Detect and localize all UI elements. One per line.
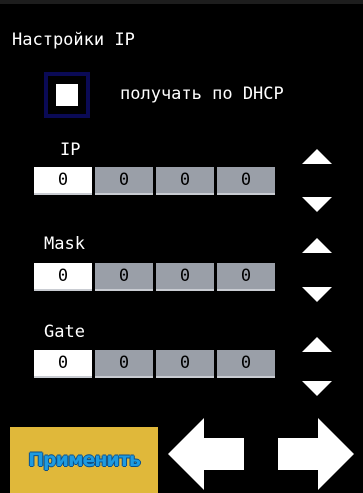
ip-increment-icon[interactable] xyxy=(302,149,332,164)
gate-increment-icon[interactable] xyxy=(302,337,332,352)
gate-octet-3[interactable]: 0 xyxy=(156,350,214,378)
gate-octet-1[interactable]: 0 xyxy=(34,350,92,378)
mask-decrement-icon[interactable] xyxy=(302,287,332,302)
gate-decrement-icon[interactable] xyxy=(302,381,332,396)
apply-button-label: Применить xyxy=(28,449,141,471)
dhcp-checkbox[interactable] xyxy=(44,72,90,118)
arrow-left-icon[interactable] xyxy=(166,415,252,493)
mask-increment-icon[interactable] xyxy=(302,238,332,253)
apply-button[interactable]: Применить xyxy=(10,427,158,493)
gate-label: Gate xyxy=(44,322,85,342)
mask-octet-2[interactable]: 0 xyxy=(95,263,153,291)
ip-octet-3[interactable]: 0 xyxy=(156,167,214,195)
mask-octets: 0 0 0 0 xyxy=(34,263,276,293)
ip-octets: 0 0 0 0 xyxy=(34,167,276,197)
page-title: Настройки IP xyxy=(12,30,135,50)
gate-octets: 0 0 0 0 xyxy=(34,350,276,380)
gate-octet-4[interactable]: 0 xyxy=(217,350,275,378)
ip-octet-1[interactable]: 0 xyxy=(34,167,92,195)
ip-octet-4[interactable]: 0 xyxy=(217,167,275,195)
ip-octet-2[interactable]: 0 xyxy=(95,167,153,195)
ip-label: IP xyxy=(60,140,81,160)
checkbox-box xyxy=(56,84,78,106)
arrow-right-icon[interactable] xyxy=(270,415,356,493)
mask-octet-3[interactable]: 0 xyxy=(156,263,214,291)
ip-settings-panel: Настройки IP получать по DHCP IP 0 0 0 0… xyxy=(0,0,363,493)
mask-label: Mask xyxy=(44,234,85,254)
gate-octet-2[interactable]: 0 xyxy=(95,350,153,378)
mask-octet-4[interactable]: 0 xyxy=(217,263,275,291)
ip-decrement-icon[interactable] xyxy=(302,197,332,212)
mask-octet-1[interactable]: 0 xyxy=(34,263,92,291)
dhcp-label: получать по DHCP xyxy=(120,84,284,104)
